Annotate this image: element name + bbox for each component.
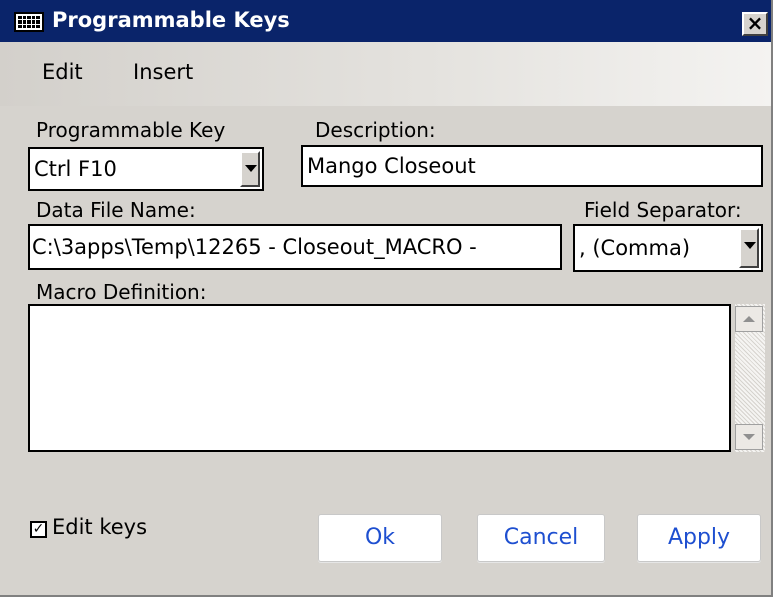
field-separator-label: Field Separator:	[584, 198, 742, 222]
ok-button[interactable]: Ok	[318, 514, 442, 562]
description-label: Description:	[315, 118, 436, 142]
programmable-keys-dialog: Programmable Keys × Edit Insert Programm…	[0, 0, 773, 597]
window-title: Programmable Keys	[52, 8, 290, 32]
macro-definition-textarea[interactable]	[28, 304, 731, 452]
data-file-name-input[interactable]: C:\3apps\Temp\12265 - Closeout_MACRO -	[28, 224, 562, 270]
edit-keys-label: Edit keys	[52, 515, 148, 539]
apply-button[interactable]: Apply	[637, 514, 761, 562]
macro-definition-label: Macro Definition:	[36, 280, 207, 304]
cancel-button[interactable]: Cancel	[477, 514, 605, 562]
programmable-key-label: Programmable Key	[36, 118, 226, 142]
menu-bar: Edit Insert	[0, 42, 771, 106]
data-file-name-label: Data File Name:	[36, 198, 196, 222]
description-value: Mango Closeout	[307, 154, 476, 178]
edit-keys-checkbox[interactable]: ✓	[30, 521, 47, 538]
description-input[interactable]: Mango Closeout	[301, 145, 763, 187]
keyboard-icon	[14, 12, 44, 32]
chevron-down-icon[interactable]	[739, 228, 759, 268]
menu-edit[interactable]: Edit	[42, 60, 83, 84]
menu-insert[interactable]: Insert	[133, 60, 193, 84]
checkmark-icon: ✓	[32, 521, 45, 537]
scroll-up-icon[interactable]	[735, 306, 763, 332]
title-bar[interactable]: Programmable Keys ×	[0, 0, 771, 42]
field-separator-dropdown[interactable]: , (Comma)	[573, 224, 763, 272]
scroll-down-icon[interactable]	[735, 424, 763, 450]
close-icon: ×	[746, 11, 764, 35]
programmable-key-value: Ctrl F10	[34, 157, 117, 181]
close-button[interactable]: ×	[742, 12, 768, 36]
data-file-name-value: C:\3apps\Temp\12265 - Closeout_MACRO -	[32, 235, 477, 259]
macro-scrollbar[interactable]	[735, 304, 765, 452]
chevron-down-icon[interactable]	[240, 151, 260, 187]
programmable-key-dropdown[interactable]: Ctrl F10	[28, 147, 264, 191]
field-separator-value: , (Comma)	[579, 236, 691, 260]
